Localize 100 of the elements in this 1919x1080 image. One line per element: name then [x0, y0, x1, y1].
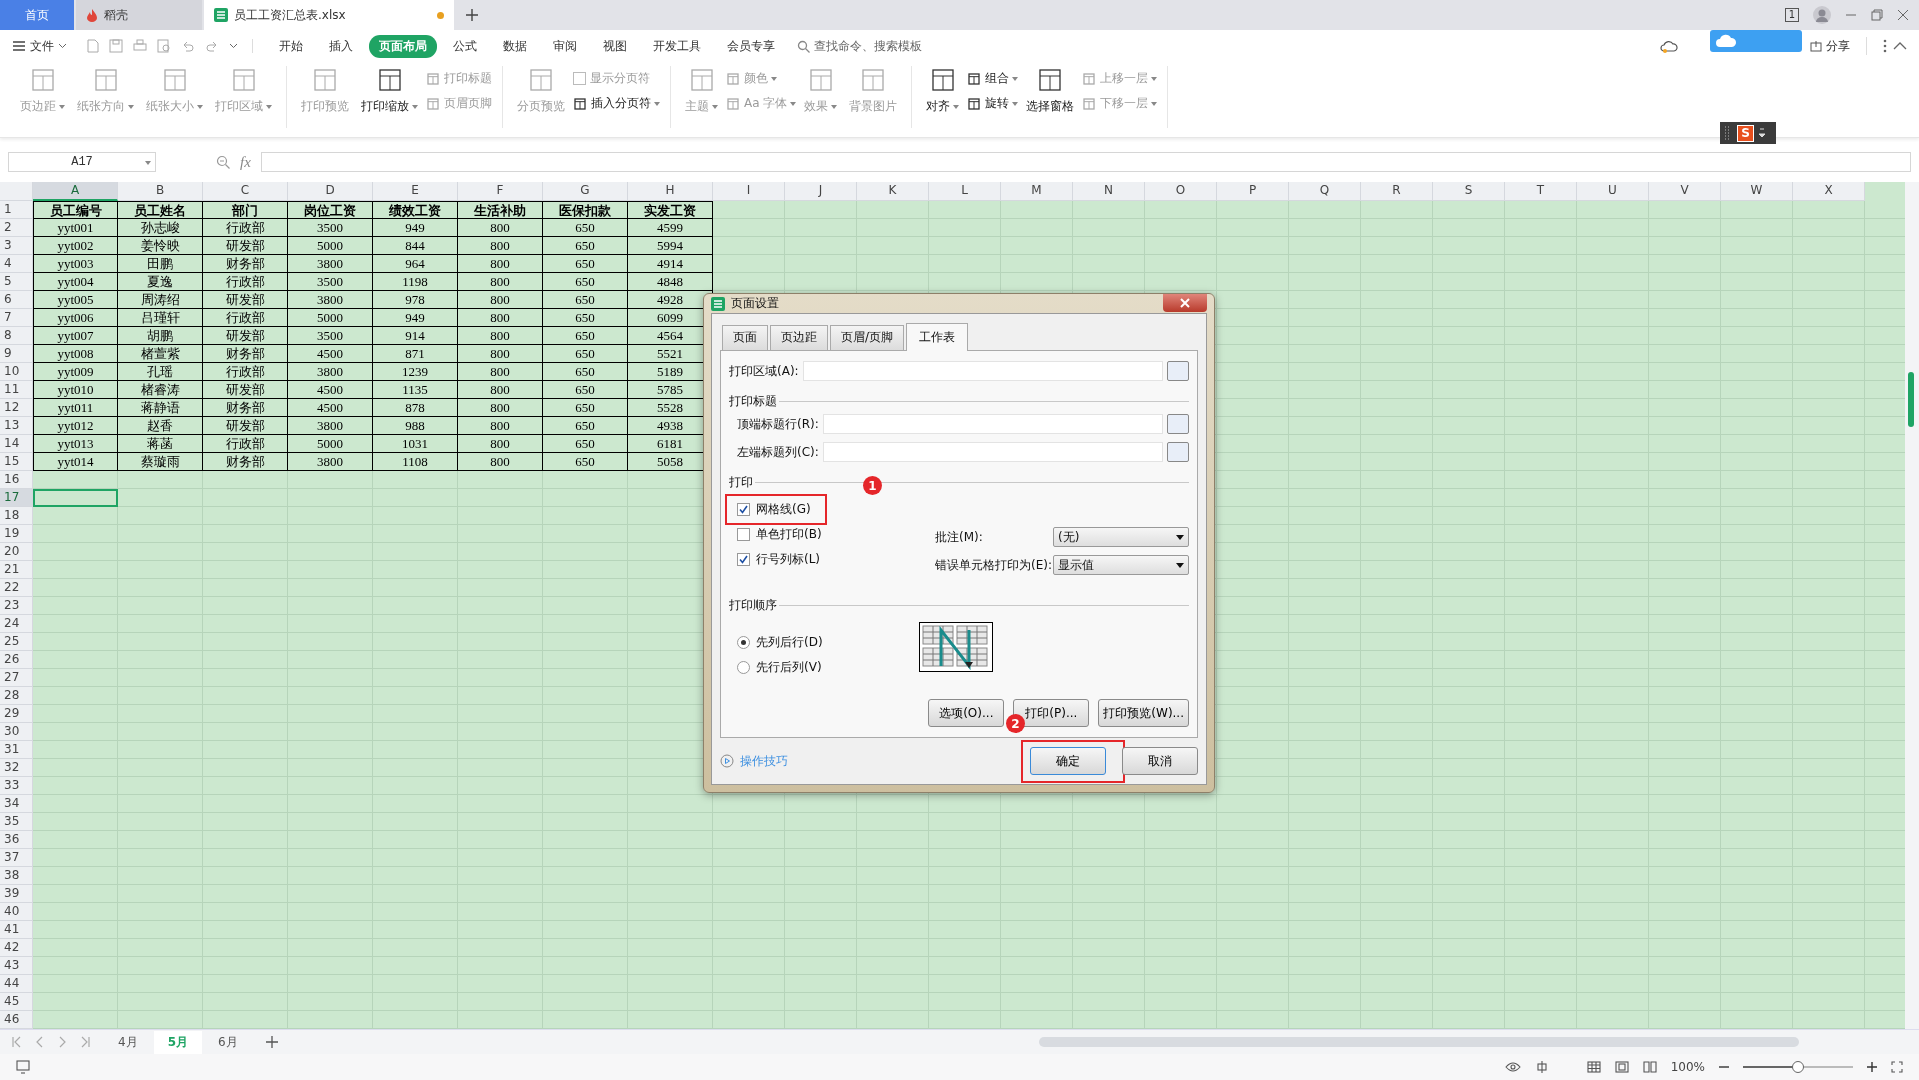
column-header[interactable]: Q: [1289, 182, 1361, 201]
app-tab[interactable]: 首页: [0, 0, 74, 30]
column-header[interactable]: R: [1361, 182, 1433, 201]
dialog-tab[interactable]: 页面: [722, 325, 768, 350]
column-header[interactable]: F: [458, 182, 543, 201]
range-picker-button[interactable]: [1167, 442, 1189, 462]
row-header[interactable]: 40: [0, 903, 33, 921]
row-header[interactable]: 33: [0, 777, 33, 795]
cancel-button[interactable]: 取消: [1122, 747, 1198, 775]
avatar-icon[interactable]: [1813, 6, 1831, 24]
name-box[interactable]: A17: [8, 152, 156, 172]
checkbox[interactable]: [737, 553, 750, 566]
ribbon-tab[interactable]: 公式: [443, 34, 487, 58]
row-header[interactable]: 5: [0, 273, 33, 291]
preview-icon[interactable]: [157, 39, 171, 53]
row-header[interactable]: 19: [0, 525, 33, 543]
dialog-tab[interactable]: 页边距: [770, 325, 828, 350]
ok-button[interactable]: 确定: [1030, 747, 1106, 775]
row-header[interactable]: 22: [0, 579, 33, 597]
column-header[interactable]: K: [857, 182, 929, 201]
column-header[interactable]: L: [929, 182, 1001, 201]
ribbon-button[interactable]: 打印缩放: [357, 66, 422, 128]
row-header[interactable]: 23: [0, 597, 33, 615]
ribbon-tab[interactable]: 开始: [269, 34, 313, 58]
row-header[interactable]: 11: [0, 381, 33, 399]
ribbon-button[interactable]: 对齐: [922, 66, 964, 128]
ribbon-button[interactable]: 选择窗格: [1022, 66, 1079, 128]
close-button[interactable]: [1163, 294, 1207, 312]
app-tab[interactable]: 稻壳: [76, 0, 202, 30]
crosshair-icon[interactable]: [1534, 1060, 1549, 1074]
menu-icon[interactable]: [12, 40, 26, 52]
row-header[interactable]: 24: [0, 615, 33, 633]
fullscreen-icon[interactable]: [1891, 1061, 1903, 1073]
input-field[interactable]: [802, 361, 1163, 381]
ribbon-button[interactable]: 组合: [967, 70, 1019, 87]
printer-icon[interactable]: [133, 39, 147, 53]
row-header[interactable]: 26: [0, 651, 33, 669]
dialog-tab[interactable]: 工作表: [906, 323, 969, 351]
column-header[interactable]: G: [543, 182, 628, 201]
row-header[interactable]: 28: [0, 687, 33, 705]
last-sheet-icon[interactable]: [80, 1036, 90, 1048]
first-sheet-icon[interactable]: [12, 1036, 22, 1048]
column-header[interactable]: T: [1505, 182, 1577, 201]
row-header[interactable]: 10: [0, 363, 33, 381]
row-header[interactable]: 2: [0, 219, 33, 237]
book-view-icon[interactable]: [1642, 1061, 1657, 1073]
more-icon[interactable]: [1883, 39, 1887, 53]
row-header[interactable]: 43: [0, 957, 33, 975]
sheet-tab[interactable]: 4月: [104, 1030, 152, 1054]
checkbox[interactable]: [737, 528, 750, 541]
row-header[interactable]: 17: [0, 489, 33, 507]
save-icon[interactable]: [109, 39, 123, 53]
zoom-level[interactable]: 100%: [1670, 1060, 1705, 1074]
dropdown[interactable]: (无): [1053, 527, 1189, 547]
chevron-down-icon[interactable]: [229, 43, 238, 49]
column-header[interactable]: M: [1001, 182, 1073, 201]
column-header[interactable]: H: [628, 182, 713, 201]
row-header[interactable]: 25: [0, 633, 33, 651]
row-header[interactable]: 39: [0, 885, 33, 903]
row-header[interactable]: 36: [0, 831, 33, 849]
ribbon-tab[interactable]: 插入: [319, 34, 363, 58]
upload-widget[interactable]: [1710, 30, 1802, 52]
ribbon-tab[interactable]: 开发工具: [643, 34, 711, 58]
column-header[interactable]: O: [1145, 182, 1217, 201]
row-header[interactable]: 45: [0, 993, 33, 1011]
row-header[interactable]: 8: [0, 327, 33, 345]
plus-icon[interactable]: [265, 1036, 278, 1048]
ribbon-tab[interactable]: 数据: [493, 34, 537, 58]
row-header[interactable]: 1: [0, 201, 33, 219]
close-icon[interactable]: [1897, 9, 1909, 21]
vertical-scrollbar[interactable]: [1905, 182, 1919, 1029]
row-header[interactable]: 29: [0, 705, 33, 723]
ribbon-button[interactable]: 旋转: [967, 95, 1019, 112]
row-header[interactable]: 27: [0, 669, 33, 687]
row-header[interactable]: 15: [0, 453, 33, 471]
row-header[interactable]: 30: [0, 723, 33, 741]
document-icon[interactable]: [87, 39, 99, 53]
play-icon[interactable]: [720, 754, 734, 768]
plus-icon[interactable]: [466, 9, 478, 21]
dialog-tab[interactable]: 页眉/页脚: [830, 325, 905, 350]
next-sheet-icon[interactable]: [58, 1036, 66, 1048]
column-header[interactable]: I: [713, 182, 785, 201]
zoom-icon[interactable]: [216, 155, 230, 169]
function-button[interactable]: fx: [240, 153, 251, 171]
ime-logo[interactable]: S: [1737, 124, 1754, 142]
row-header[interactable]: 34: [0, 795, 33, 813]
row-header[interactable]: 18: [0, 507, 33, 525]
row-header[interactable]: 16: [0, 471, 33, 489]
column-header[interactable]: C: [203, 182, 288, 201]
row-header[interactable]: 12: [0, 399, 33, 417]
column-header[interactable]: X: [1793, 182, 1865, 201]
input-field[interactable]: [822, 414, 1163, 434]
sheet-tab[interactable]: 6月: [204, 1030, 252, 1054]
ribbon-tab[interactable]: 审阅: [543, 34, 587, 58]
column-header[interactable]: S: [1433, 182, 1505, 201]
range-picker-button[interactable]: [1167, 414, 1189, 434]
radio-button[interactable]: [737, 661, 750, 674]
column-header[interactable]: V: [1649, 182, 1721, 201]
file-menu[interactable]: 文件: [30, 37, 54, 55]
row-header[interactable]: 32: [0, 759, 33, 777]
